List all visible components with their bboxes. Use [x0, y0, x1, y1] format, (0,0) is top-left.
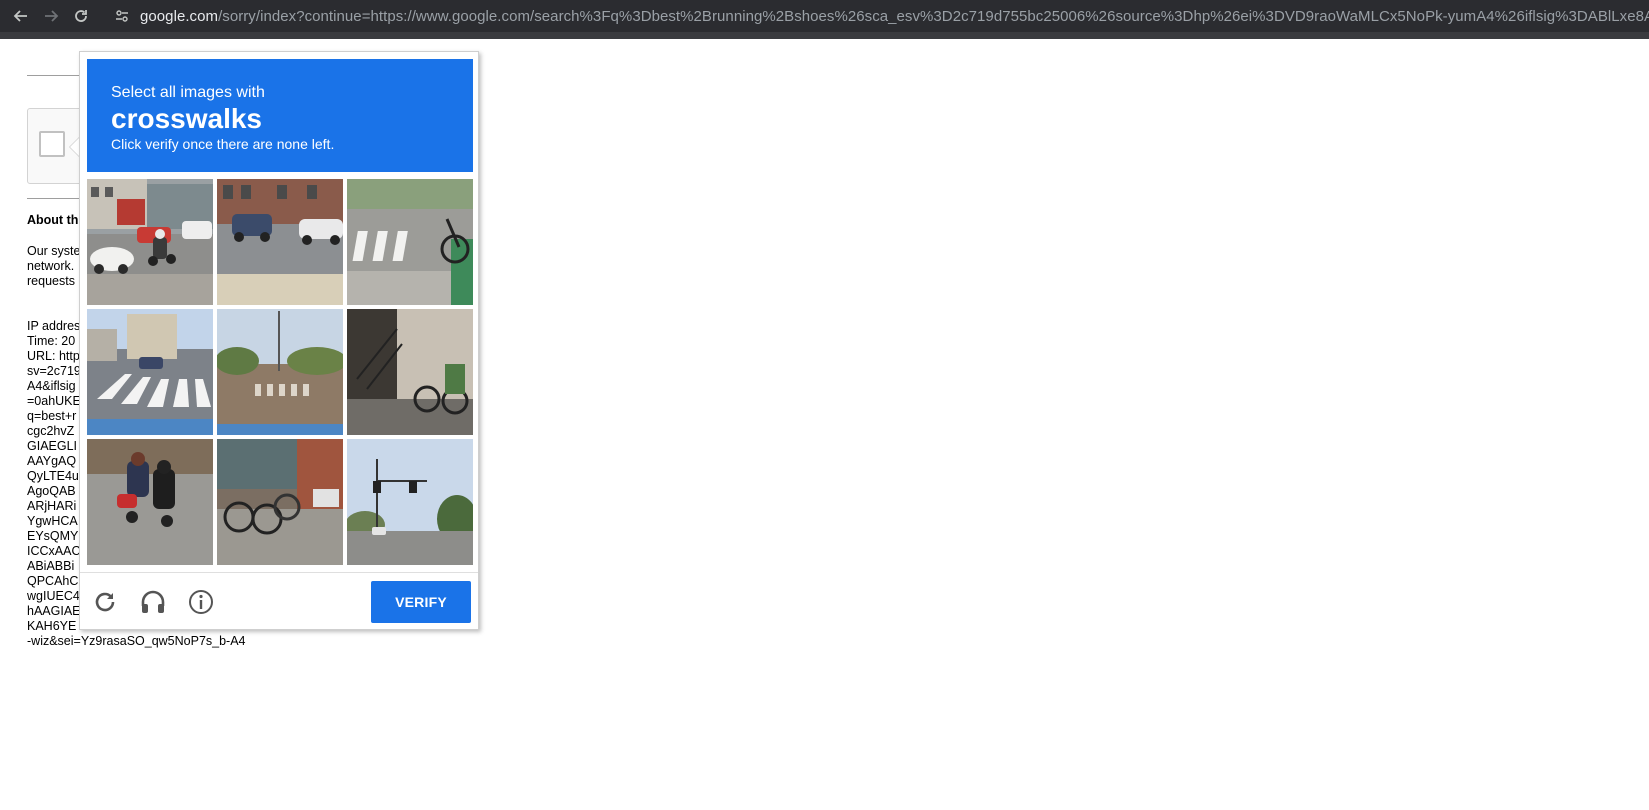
verify-button[interactable]: VERIFY — [371, 581, 471, 623]
tile-crosswalk-intersection[interactable] — [87, 309, 213, 435]
tile-street-cars-motorcycle[interactable] — [87, 179, 213, 305]
back-icon[interactable] — [10, 5, 32, 27]
challenge-banner: Select all images with crosswalks Click … — [87, 59, 473, 172]
reload-page-icon[interactable] — [70, 5, 92, 27]
tile-bicycles-sidewalk[interactable] — [217, 439, 343, 565]
forward-icon[interactable] — [40, 5, 62, 27]
toolbar-divider — [0, 32, 1649, 39]
top-divider — [27, 75, 82, 76]
url-path: /sorry/index?continue=https://www.google… — [218, 7, 1649, 25]
explanation-paragraph: Our syste network. requests — [27, 244, 81, 289]
challenge-controls — [90, 587, 216, 617]
headphones-icon[interactable] — [138, 587, 168, 617]
info-line: -wiz&sei=Yz9rasaSO_qw5NoP7s_b-A4 — [27, 634, 246, 648]
captcha-challenge: Select all images with crosswalks Click … — [79, 51, 479, 630]
about-heading: About th — [27, 213, 79, 227]
info-icon[interactable] — [186, 587, 216, 617]
tile-stairs-bicycle[interactable] — [347, 309, 473, 435]
tile-motorcycles-road[interactable] — [87, 439, 213, 565]
address-bar[interactable]: google.com/sorry/index?continue=https://… — [140, 8, 1649, 25]
tile-street-parked-cars[interactable] — [217, 179, 343, 305]
recaptcha-checkbox[interactable] — [39, 131, 65, 157]
url-host: google.com — [140, 7, 219, 25]
browser-toolbar: google.com/sorry/index?continue=https://… — [0, 0, 1649, 32]
site-settings-icon[interactable] — [110, 4, 134, 28]
reload-icon[interactable] — [90, 587, 120, 617]
tile-traffic-light-road[interactable] — [347, 439, 473, 565]
tile-road-crosswalk-trees[interactable] — [217, 309, 343, 435]
paragraph-line: Our syste — [27, 244, 81, 258]
mid-divider — [27, 198, 82, 199]
tile-crosswalk-bicycle[interactable] — [347, 179, 473, 305]
image-grid — [87, 179, 473, 565]
instruction-subtext: Click verify once there are none left. — [111, 136, 335, 152]
target-object: crosswalks — [111, 103, 262, 134]
paragraph-line: network. — [27, 259, 75, 273]
footer-divider — [80, 572, 478, 573]
paragraph-line: requests — [27, 274, 75, 288]
instruction-text: Select all images with — [111, 84, 265, 101]
